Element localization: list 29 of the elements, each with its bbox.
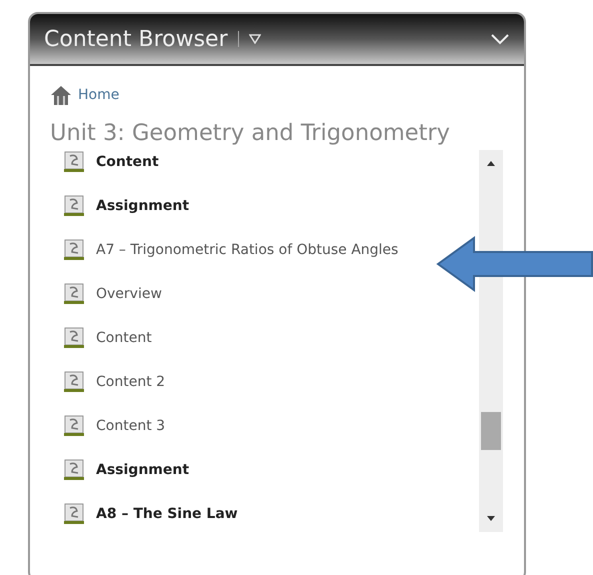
content-item[interactable]: A8 – The Sine Law: [50, 502, 238, 532]
content-item[interactable]: Content: [50, 326, 152, 370]
document-icon: [64, 327, 84, 349]
document-icon: [64, 195, 84, 217]
content-item[interactable]: Assignment: [50, 194, 190, 238]
content-item[interactable]: Content 3: [50, 414, 166, 458]
scroll-down-icon[interactable]: [486, 516, 496, 522]
scroll-thumb[interactable]: [481, 412, 501, 450]
content-item[interactable]: Content: [50, 150, 159, 194]
dropdown-icon[interactable]: [248, 34, 261, 44]
content-item[interactable]: Content 2: [50, 370, 166, 414]
content-item[interactable]: A7 – Trigonometric Ratios of Obtuse Angles: [50, 238, 398, 282]
scroll-up-icon[interactable]: [486, 160, 496, 166]
content-item[interactable]: Assignment: [50, 458, 190, 502]
panel-title: Content Browser: [44, 26, 228, 52]
document-icon: [64, 503, 84, 525]
arrow-icon: [436, 236, 593, 292]
document-icon: [64, 371, 84, 393]
house-icon: [50, 84, 72, 106]
document-icon: [64, 239, 84, 261]
unit-heading: Unit 3: Geometry and Trigonometry: [50, 120, 451, 146]
document-icon: [64, 415, 84, 437]
content-item[interactable]: Overview: [50, 282, 162, 326]
scrollbar[interactable]: [479, 150, 503, 532]
document-icon: [64, 151, 84, 173]
home-link[interactable]: Home: [78, 87, 120, 103]
document-icon: [64, 283, 84, 305]
document-icon: [64, 459, 84, 481]
collapse-icon[interactable]: [490, 33, 510, 45]
